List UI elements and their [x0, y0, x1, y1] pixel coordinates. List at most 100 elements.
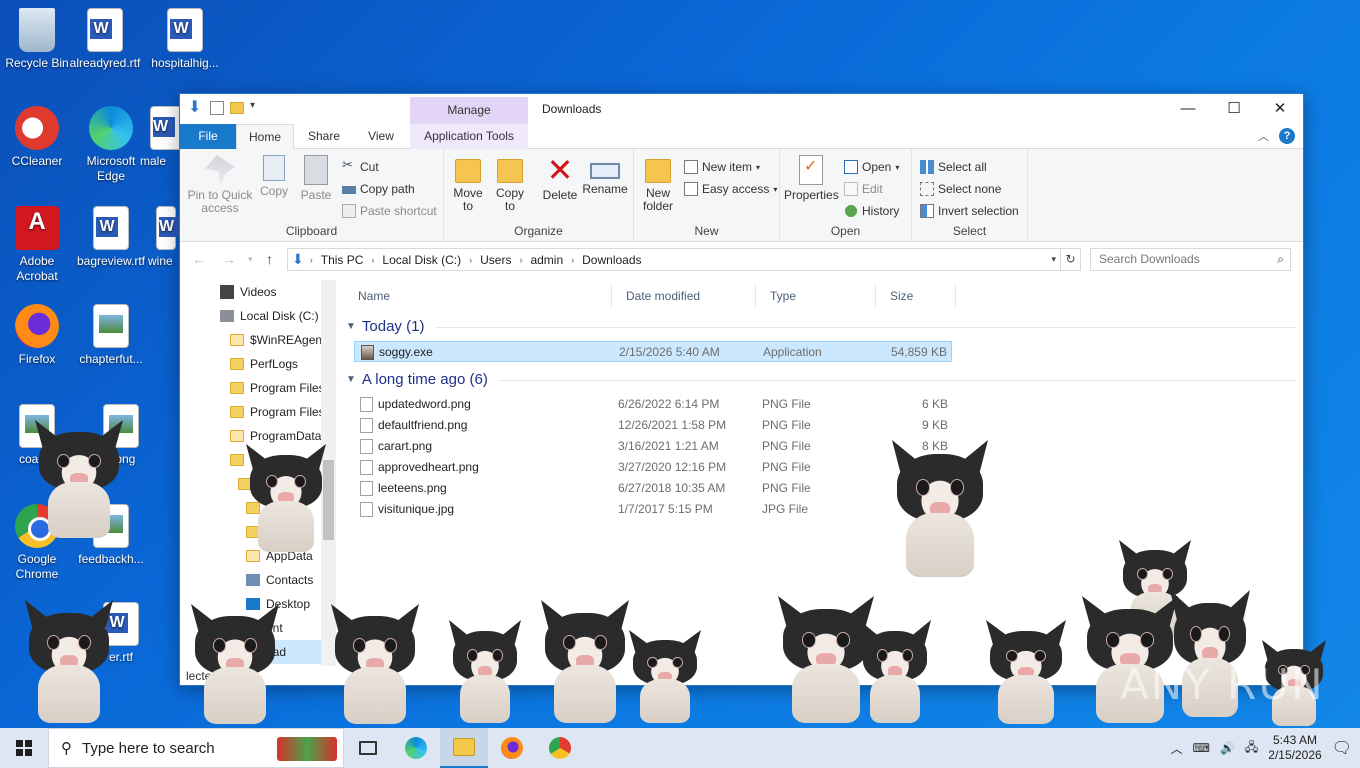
cut-button[interactable]: Cut	[342, 157, 379, 177]
tab-share[interactable]: Share	[298, 124, 350, 149]
new-folder-icon[interactable]	[230, 102, 244, 114]
copy-to-button[interactable]: Copy to	[490, 155, 530, 213]
nav-item-program-files[interactable]: Program Files	[230, 376, 325, 400]
file-row[interactable]: carart.png 3/16/2021 1:21 AM PNG File 8 …	[354, 436, 952, 457]
meet-now-icon[interactable]: ⌨	[1193, 741, 1210, 755]
refresh-button[interactable]: ↻	[1061, 248, 1081, 271]
column-header-name[interactable]: Name	[344, 284, 612, 308]
column-header-type[interactable]: Type	[756, 284, 876, 308]
copy-button[interactable]: Copy	[256, 155, 292, 198]
nav-item-videos[interactable]: Videos	[220, 280, 276, 304]
rename-button[interactable]: Rename	[582, 155, 628, 196]
address-bar[interactable]: ⬇ › This PC › Local Disk (C:) › Users › …	[287, 248, 1061, 271]
tab-application-tools[interactable]: Application Tools	[410, 124, 528, 149]
nav-item-program-files-x86[interactable]: Program Files	[230, 400, 325, 424]
copy-path-button[interactable]: Copy path	[342, 179, 415, 199]
nav-item-contacts[interactable]: Contacts	[246, 568, 313, 592]
paste-button[interactable]: Paste	[296, 155, 336, 202]
breadcrumb-separator[interactable]: ›	[469, 255, 472, 265]
desktop-icon-hospitalhig[interactable]: hospitalhig...	[148, 8, 222, 71]
tab-manage[interactable]: Manage	[410, 97, 528, 124]
search-icon: ⚲	[61, 740, 72, 757]
file-row[interactable]: leeteens.png 6/27/2018 10:35 AM PNG File	[354, 478, 952, 499]
column-header-date-modified[interactable]: Date modified	[612, 284, 756, 308]
network-icon[interactable]: 🖧	[1245, 738, 1258, 759]
taskbar-edge-button[interactable]	[392, 728, 440, 768]
desktop-icon-edge[interactable]: Microsoft Edge	[74, 106, 148, 184]
properties-arrow-icon[interactable]: ⬇	[188, 100, 204, 116]
new-item-button[interactable]: New item ▾	[684, 157, 760, 177]
desktop-icon-chapterfut[interactable]: chapterfut...	[74, 304, 148, 367]
breadcrumb-downloads[interactable]: Downloads	[582, 253, 641, 267]
invert-selection-button[interactable]: Invert selection	[920, 201, 1019, 221]
desktop-icon-alreadyred[interactable]: alreadyred.rtf	[68, 8, 142, 71]
breadcrumb-separator[interactable]: ›	[371, 255, 374, 265]
notifications-icon[interactable]: 🗨	[1332, 738, 1352, 758]
chevron-up-icon[interactable]: ︿	[1171, 740, 1183, 757]
help-icon[interactable]: ?	[1279, 128, 1295, 144]
easy-access-button[interactable]: Easy access ▾	[684, 179, 777, 199]
breadcrumb-admin[interactable]: admin	[530, 253, 563, 267]
desktop-icon-bagreview[interactable]: bagreview.rtf	[74, 206, 148, 269]
up-arrow-icon[interactable]: ↑	[266, 251, 273, 267]
volume-icon[interactable]: 🔊	[1220, 741, 1235, 755]
breadcrumb-separator[interactable]: ›	[519, 255, 522, 265]
desktop-icon-male[interactable]: male	[140, 106, 186, 169]
open-button[interactable]: Open ▾	[844, 157, 899, 177]
breadcrumb-separator[interactable]: ›	[571, 255, 574, 265]
nav-item-perflogs[interactable]: PerfLogs	[230, 352, 298, 376]
group-header-long-ago[interactable]: ▼ A long time ago (6)	[346, 369, 1296, 391]
edit-button[interactable]: Edit	[844, 179, 883, 199]
taskbar-firefox-button[interactable]	[488, 728, 536, 768]
pin-quick-access-button[interactable]: Pin to Quick access	[186, 155, 254, 215]
desktop-icon-ccleaner[interactable]: CCleaner	[0, 106, 74, 169]
move-to-button[interactable]: Move to	[448, 155, 488, 213]
qat-dropdown-icon[interactable]: ▾	[250, 100, 260, 116]
paste-shortcut-icon	[342, 204, 356, 218]
task-view-button[interactable]	[344, 728, 392, 768]
tab-file[interactable]: File	[180, 124, 236, 149]
maximize-button[interactable]: ☐	[1211, 94, 1257, 124]
recent-locations-icon[interactable]: ▾	[248, 254, 253, 265]
folder-icon	[230, 358, 244, 370]
ribbon-group-new: New folder New item ▾ Easy access ▾ New	[634, 149, 780, 242]
desktop-icon-recycle-bin[interactable]: Recycle Bin	[0, 8, 74, 71]
new-folder-button[interactable]: New folder	[638, 155, 678, 213]
close-button[interactable]: ✕	[1257, 94, 1303, 124]
select-none-button[interactable]: Select none	[920, 179, 1001, 199]
file-row[interactable]: updatedword.png 6/26/2022 6:14 PM PNG Fi…	[354, 394, 952, 415]
file-row[interactable]: visitunique.jpg 1/7/2017 5:15 PM JPG Fil…	[354, 499, 952, 520]
taskbar-search-box[interactable]: ⚲ Type here to search	[48, 728, 344, 768]
group-header-today[interactable]: ▼ Today (1)	[346, 316, 1296, 338]
column-header-size[interactable]: Size	[876, 284, 956, 308]
properties-button[interactable]: Properties	[784, 155, 839, 202]
file-row[interactable]: defaultfriend.png 12/26/2021 1:58 PM PNG…	[354, 415, 952, 436]
delete-button[interactable]: ✕ Delete	[540, 154, 580, 202]
file-row[interactable]: soggy.exe 2/15/2026 5:40 AM Application …	[354, 341, 952, 362]
forward-arrow-icon[interactable]: →	[222, 251, 236, 267]
properties-check-icon[interactable]	[210, 101, 224, 115]
desktop-icon-acrobat[interactable]: Adobe Acrobat	[0, 206, 74, 284]
address-dropdown-icon[interactable]: ▾	[1051, 254, 1056, 265]
collapse-ribbon-icon[interactable]: ︿	[1258, 128, 1269, 144]
back-arrow-icon[interactable]: ←	[192, 251, 206, 267]
start-button[interactable]	[0, 728, 48, 768]
breadcrumb-this-pc[interactable]: This PC	[321, 253, 364, 267]
select-all-button[interactable]: Select all	[920, 157, 987, 177]
minimize-button[interactable]: —	[1165, 94, 1211, 124]
nav-item-winreagent[interactable]: $WinREAgent	[230, 328, 325, 352]
search-input[interactable]: Search Downloads ⌕	[1090, 248, 1291, 271]
taskbar-chrome-button[interactable]	[536, 728, 584, 768]
nav-item-local-disk[interactable]: Local Disk (C:)	[220, 304, 319, 328]
taskbar-file-explorer-button[interactable]	[440, 728, 488, 768]
clock[interactable]: 5:43 AM 2/15/2026	[1268, 733, 1321, 763]
tab-view[interactable]: View	[356, 124, 406, 149]
tab-home[interactable]: Home	[236, 124, 294, 150]
history-button[interactable]: History	[844, 201, 899, 221]
desktop-icon-wine[interactable]: wine	[148, 206, 181, 269]
breadcrumb-local-disk[interactable]: Local Disk (C:)	[382, 253, 461, 267]
breadcrumb-users[interactable]: Users	[480, 253, 511, 267]
desktop-icon-firefox[interactable]: Firefox	[0, 304, 74, 367]
file-row[interactable]: approvedheart.png 3/27/2020 12:16 PM PNG…	[354, 457, 952, 478]
paste-shortcut-button[interactable]: Paste shortcut	[342, 201, 437, 221]
